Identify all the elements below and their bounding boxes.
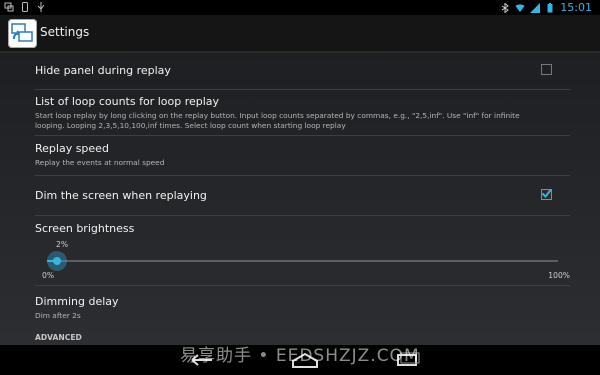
brightness-slider[interactable] [47, 251, 558, 271]
pref-dim-screen[interactable]: Dim the screen when replaying [35, 175, 570, 216]
pref-brightness-title: Screen brightness [35, 222, 135, 235]
pref-dimming-delay-title: Dimming delay [35, 295, 119, 308]
signal-icon [530, 2, 541, 13]
pref-dimming-delay[interactable]: Dimming delay Dim after 2s [35, 285, 570, 323]
pref-loop-counts-title: List of loop counts for loop replay [35, 95, 220, 108]
settings-list: Hide panel during replay List of loop co… [0, 53, 600, 345]
pref-replay-speed-summary: Replay the events at normal speed [35, 158, 165, 167]
phone-icon [22, 2, 28, 12]
brightness-slider-thumb[interactable] [47, 251, 68, 271]
pref-loop-counts-summary: Start loop replay by long clicking on th… [35, 111, 575, 131]
brightness-min-label: 0% [42, 271, 55, 280]
replay-app-icon [11, 23, 33, 42]
bluetooth-icon [502, 2, 510, 13]
status-time: 15:01 [560, 1, 592, 14]
status-bar: 15:01 [0, 0, 600, 15]
dim-screen-checkbox[interactable] [541, 188, 552, 200]
usb-icon [37, 2, 45, 12]
wifi-icon [515, 3, 525, 12]
brightness-slider-thumb-dot [53, 257, 62, 265]
pref-screen-brightness: Screen brightness 2% 0% 100% [35, 215, 570, 286]
loop-summary-line-2: looping. Looping 2,3,5,10,100,inf times.… [35, 121, 346, 130]
pref-dimming-delay-summary: Dim after 2s [35, 311, 81, 320]
hide-panel-checkbox[interactable] [541, 64, 552, 75]
page-title: Settings [40, 25, 90, 39]
brightness-value-label: 2% [56, 240, 69, 249]
loop-summary-line-1: Start loop replay by long clicking on th… [35, 111, 520, 120]
pref-dim-screen-title: Dim the screen when replaying [35, 189, 207, 202]
pref-replay-speed[interactable]: Replay speed Replay the events at normal… [35, 135, 570, 176]
pref-replay-speed-title: Replay speed [35, 142, 109, 155]
pref-hide-panel[interactable]: Hide panel during replay [35, 53, 570, 90]
section-header-advanced: ADVANCED [35, 333, 82, 342]
check-icon [541, 188, 552, 199]
app-icon[interactable] [8, 19, 37, 48]
pref-hide-panel-title: Hide panel during replay [35, 64, 171, 77]
brightness-max-label: 100% [548, 271, 570, 280]
battery-icon [547, 2, 553, 12]
screenshot-icon [4, 2, 14, 12]
pref-loop-counts[interactable]: List of loop counts for loop replay Star… [35, 89, 570, 136]
action-bar: Settings [0, 15, 600, 53]
watermark: 易享助手 • EEDSHZJZ.COM [180, 346, 420, 366]
